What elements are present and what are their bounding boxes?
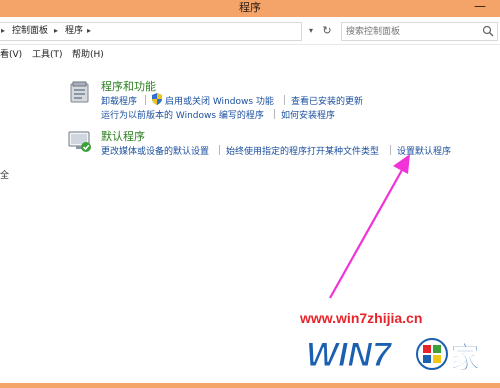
default-programs-icon [68, 131, 91, 152]
menu-view[interactable]: 看(V) [0, 47, 22, 60]
category-title-programs-and-features[interactable]: 程序和功能 [101, 78, 156, 94]
watermark-url: www.win7zhijia.cn [300, 310, 423, 326]
menu-tools[interactable]: 工具(T) [32, 47, 63, 60]
address-bar: ▸ 控制面板 ▸ 程序 ▸ ▾ ↻ [0, 17, 500, 45]
window-bottom-border [0, 383, 500, 388]
link-how-to-install[interactable]: 如何安装程序 [281, 108, 335, 121]
link-set-default-programs[interactable]: 设置默认程序 [397, 144, 451, 157]
watermark: www.win7zhijia.cn WIN7 家 [300, 310, 500, 385]
address-dropdown-icon[interactable]: ▾ [306, 24, 316, 38]
programs-and-features-icon [70, 81, 89, 103]
search-box[interactable] [341, 22, 498, 41]
link-change-media-defaults[interactable]: 更改媒体或设备的默认设置 [101, 144, 209, 157]
breadcrumb-programs[interactable]: 程序 [65, 23, 83, 39]
window-title: 程序 [239, 1, 261, 14]
link-uninstall-program[interactable]: 卸载程序 [101, 94, 137, 107]
minimize-button[interactable]: — [466, 0, 494, 16]
breadcrumb[interactable]: ▸ 控制面板 ▸ 程序 ▸ [0, 22, 302, 41]
breadcrumb-chevron-icon[interactable]: ▸ [54, 23, 58, 39]
search-icon[interactable] [482, 25, 494, 37]
link-run-older-programs[interactable]: 运行为以前版本的 Windows 编写的程序 [101, 108, 264, 121]
link-view-installed-updates[interactable]: 查看已安装的更新 [291, 94, 363, 107]
refresh-icon[interactable]: ↻ [320, 23, 334, 39]
search-input[interactable] [346, 23, 476, 40]
link-divider [284, 95, 285, 105]
link-divider [390, 145, 391, 155]
link-always-use-program[interactable]: 始终使用指定的程序打开某种文件类型 [226, 144, 379, 157]
svg-text:家: 家 [450, 341, 480, 376]
menu-help[interactable]: 帮助(H) [72, 47, 104, 60]
win7-home-logo: WIN7 家 [306, 336, 481, 377]
left-pane-text[interactable]: 全 [0, 168, 9, 181]
breadcrumb-chevron-icon[interactable]: ▸ [1, 23, 5, 39]
category-title-default-programs[interactable]: 默认程序 [101, 128, 145, 144]
link-divider [145, 95, 146, 105]
link-turn-windows-features[interactable]: 启用或关闭 Windows 功能 [165, 94, 274, 107]
breadcrumb-chevron-icon[interactable]: ▸ [87, 23, 91, 39]
breadcrumb-control-panel[interactable]: 控制面板 [12, 23, 48, 39]
link-divider [274, 109, 275, 119]
link-divider [219, 145, 220, 155]
svg-text:WIN7: WIN7 [306, 336, 393, 374]
menu-bar: 看(V) 工具(T) 帮助(H) [0, 45, 500, 61]
uac-shield-icon [152, 93, 162, 105]
title-bar: 程序 — [0, 0, 500, 17]
